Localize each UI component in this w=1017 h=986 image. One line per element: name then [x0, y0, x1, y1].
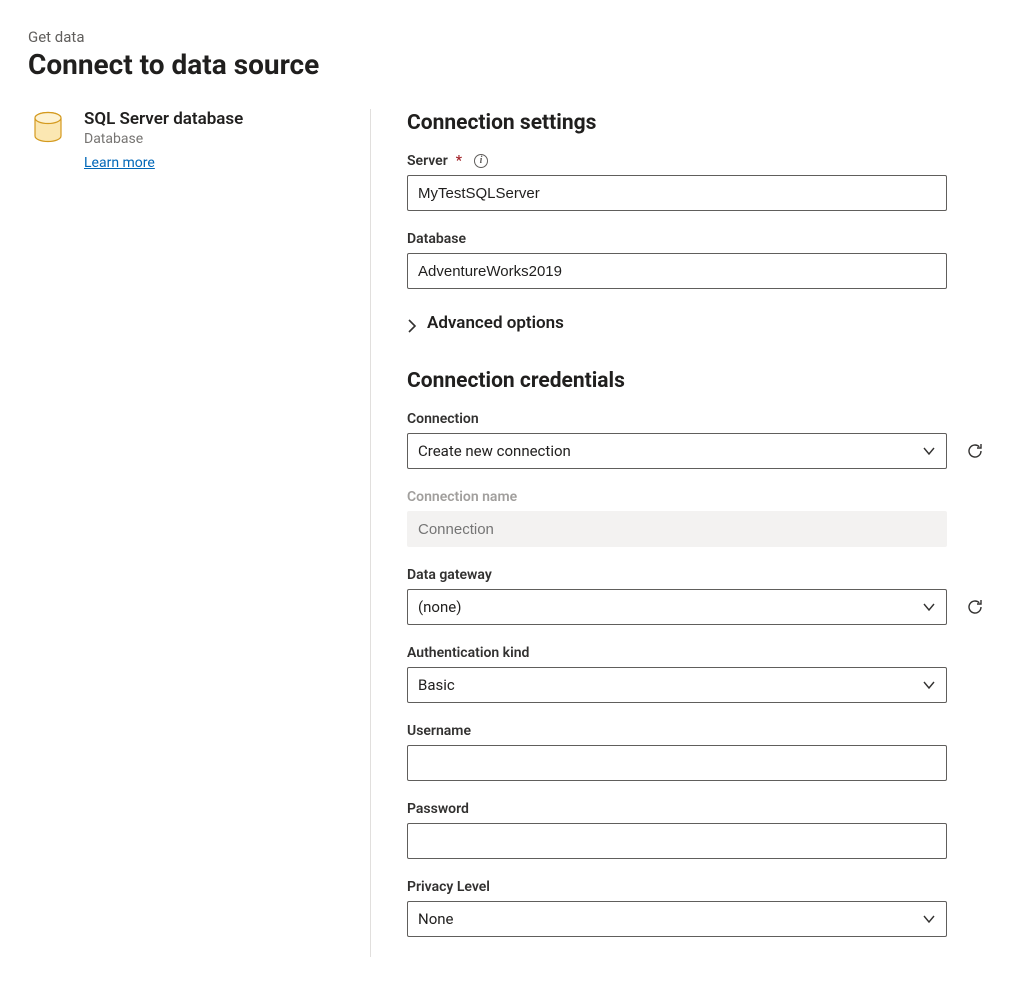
server-input[interactable]	[407, 175, 947, 211]
username-input[interactable]	[407, 745, 947, 781]
breadcrumb: Get data	[28, 28, 989, 46]
advanced-options-label: Advanced options	[427, 313, 564, 333]
sidebar: SQL Server database Database Learn more	[28, 109, 370, 957]
main-panel: Connection settings Server * i Database …	[407, 109, 989, 957]
data-gateway-label: Data gateway	[407, 567, 989, 583]
auth-kind-select-value: Basic	[418, 676, 455, 694]
server-label: Server * i	[407, 153, 989, 169]
connection-credentials-heading: Connection credentials	[407, 369, 989, 393]
privacy-level-select-value: None	[418, 910, 454, 928]
connection-select[interactable]: Create new connection	[407, 433, 947, 469]
required-asterisk: *	[456, 153, 462, 169]
vertical-divider	[370, 109, 371, 957]
privacy-level-label: Privacy Level	[407, 879, 989, 895]
advanced-options-toggle[interactable]: Advanced options	[407, 313, 989, 333]
server-label-text: Server	[407, 153, 448, 169]
connection-name-label: Connection name	[407, 489, 989, 505]
connection-select-value: Create new connection	[418, 442, 571, 460]
username-label: Username	[407, 723, 989, 739]
privacy-level-select[interactable]: None	[407, 901, 947, 937]
page-title: Connect to data source	[28, 48, 989, 81]
database-input[interactable]	[407, 253, 947, 289]
refresh-gateway-button[interactable]	[961, 593, 989, 621]
database-label: Database	[407, 231, 989, 247]
refresh-connection-button[interactable]	[961, 437, 989, 465]
chevron-right-icon	[407, 318, 417, 328]
data-gateway-select-value: (none)	[418, 598, 461, 616]
datasource-title: SQL Server database	[84, 109, 243, 129]
connection-settings-heading: Connection settings	[407, 111, 989, 135]
database-icon	[28, 109, 68, 153]
learn-more-link[interactable]: Learn more	[84, 155, 155, 171]
auth-kind-label: Authentication kind	[407, 645, 989, 661]
connection-label: Connection	[407, 411, 989, 427]
connection-name-input	[407, 511, 947, 547]
data-gateway-select[interactable]: (none)	[407, 589, 947, 625]
auth-kind-select[interactable]: Basic	[407, 667, 947, 703]
chevron-down-icon	[922, 912, 936, 926]
info-icon[interactable]: i	[474, 154, 488, 168]
chevron-down-icon	[922, 600, 936, 614]
password-input[interactable]	[407, 823, 947, 859]
password-label: Password	[407, 801, 989, 817]
datasource-category: Database	[84, 131, 243, 147]
chevron-down-icon	[922, 678, 936, 692]
chevron-down-icon	[922, 444, 936, 458]
